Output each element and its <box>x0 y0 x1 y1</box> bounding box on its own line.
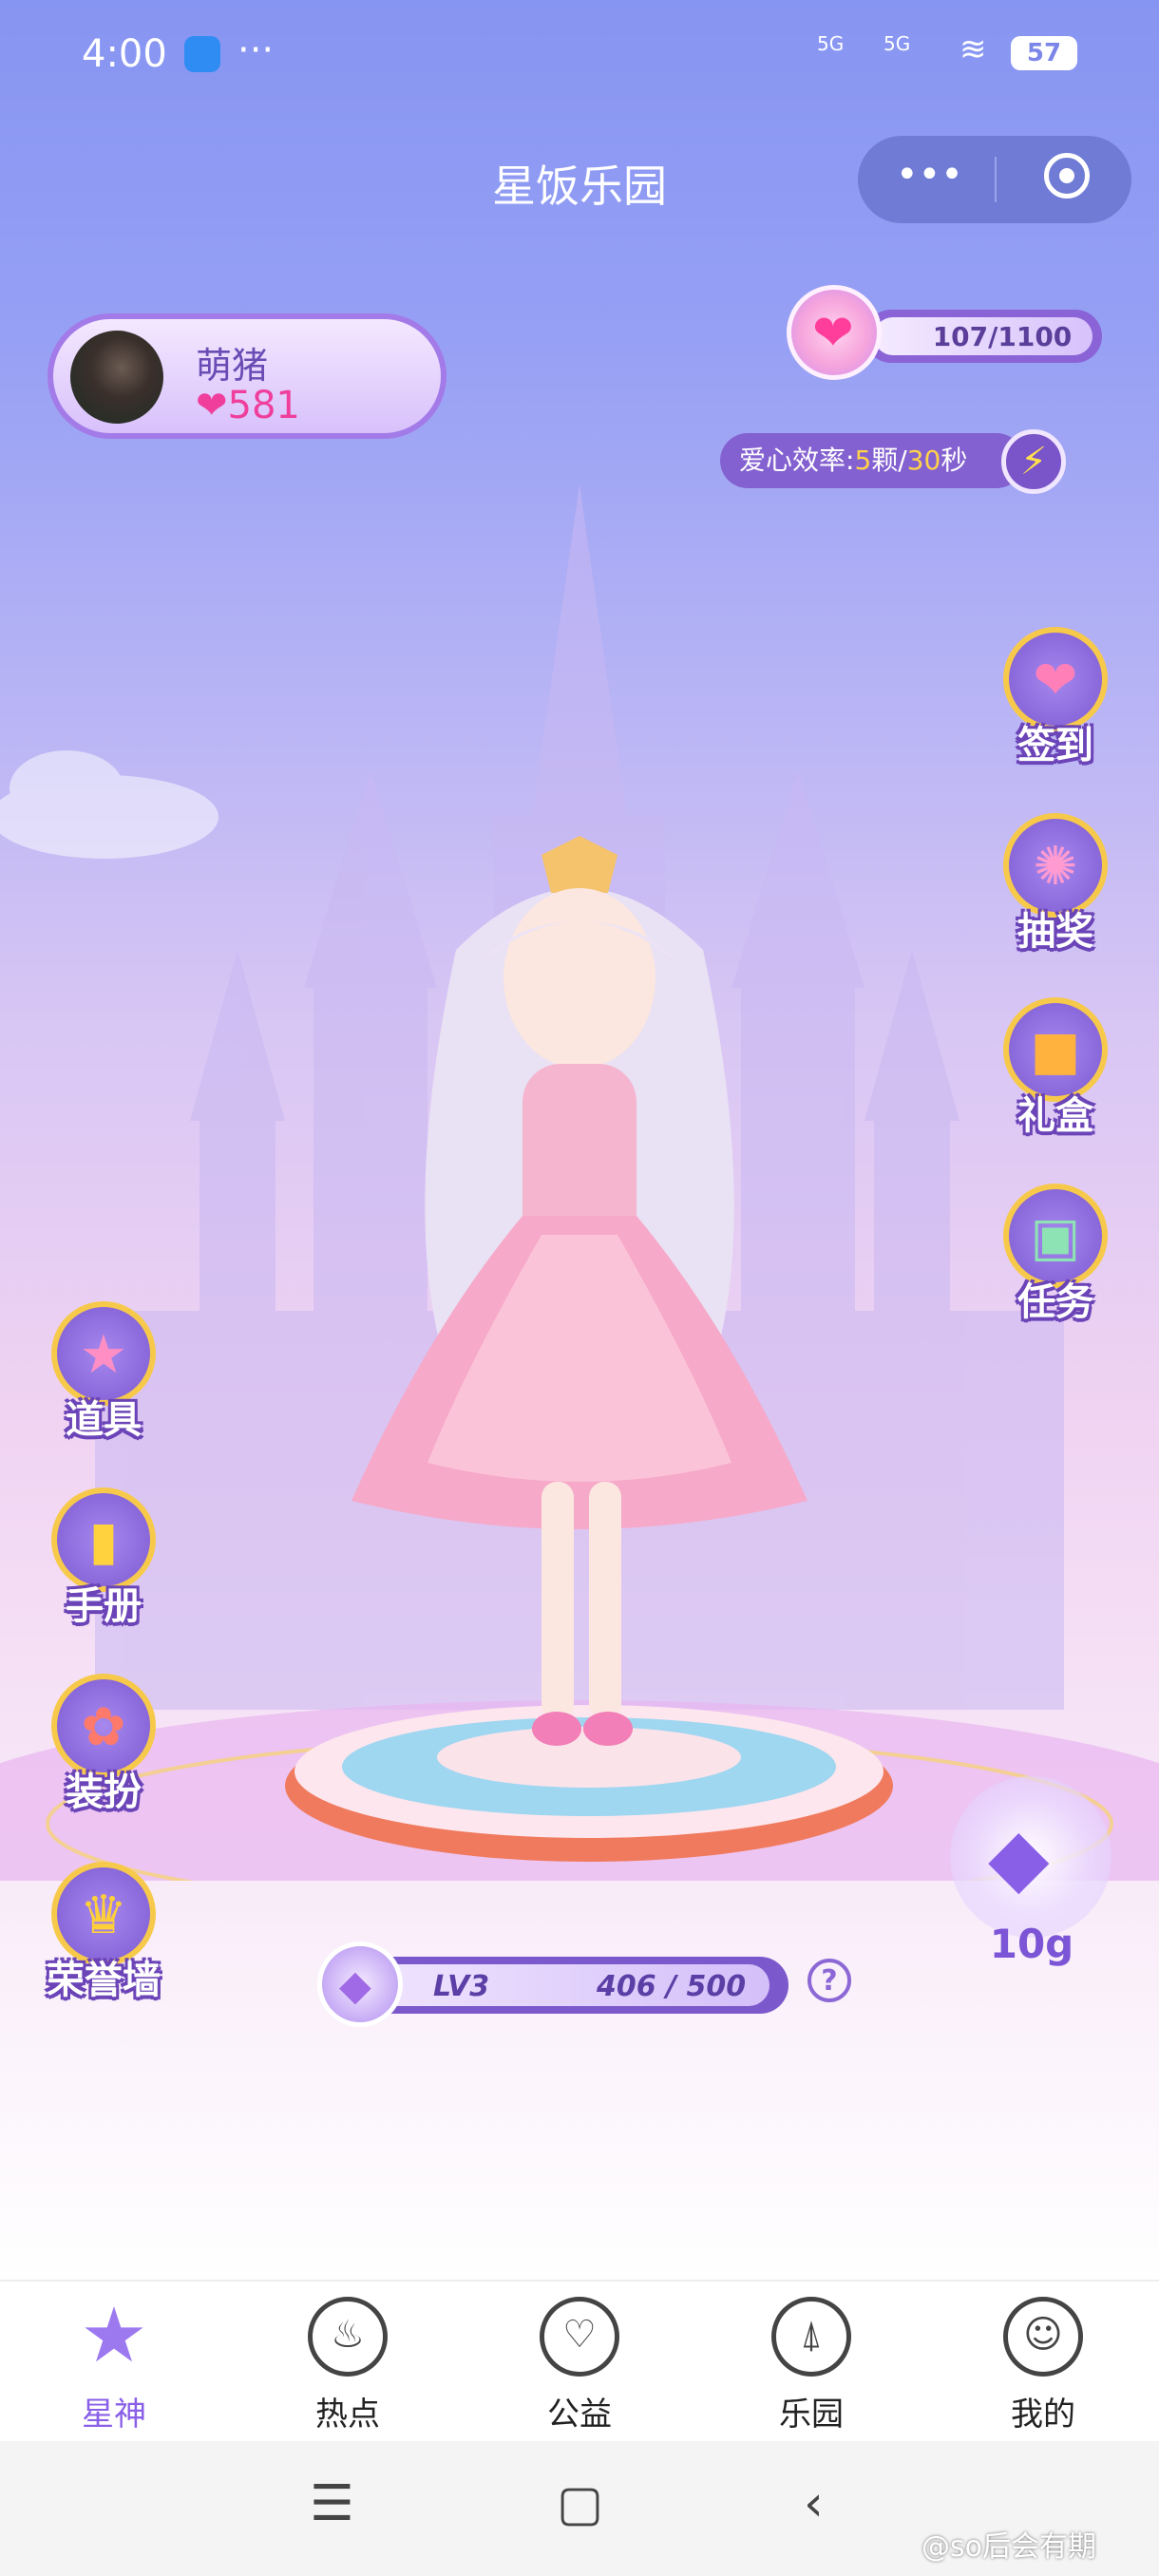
efficiency-unit-mid: 颗/ <box>871 445 907 476</box>
task-button[interactable]: ▣ 任务 <box>994 1184 1117 1345</box>
dressup-button[interactable]: ✿ 装扮 <box>42 1674 165 1835</box>
gift-box-label: 礼盒 <box>1017 1094 1093 1138</box>
heart-badge-icon: ❤ <box>787 285 882 380</box>
tab-park[interactable]: ⍋ 乐园 <box>735 2297 887 2439</box>
honor-wall-label: 荣誉墙 <box>47 1959 161 2002</box>
menu-icon[interactable]: ☰ <box>310 2475 354 2532</box>
handbook-label: 手册 <box>66 1584 142 1628</box>
status-more: ··· <box>238 28 275 72</box>
battery-indicator: 57 <box>1011 36 1077 70</box>
tab-mine[interactable]: ☺ 我的 <box>967 2297 1119 2439</box>
level-label: LV3 <box>433 1970 490 2003</box>
back-icon[interactable]: ‹ <box>804 2475 824 2532</box>
gem-orb[interactable]: ◆ <box>950 1776 1112 1938</box>
heart-efficiency: 爱心效率:5颗/30秒 <box>720 433 1024 488</box>
sign-in-label: 签到 <box>1017 724 1093 767</box>
efficiency-count: 5 <box>854 445 872 476</box>
level-progress-bar: LV3 406 / 500 <box>361 1957 788 2014</box>
level-points: 406 / 500 <box>597 1970 747 2003</box>
capsule-divider <box>995 157 997 202</box>
character-illustration <box>352 836 808 1746</box>
tab-charity[interactable]: ♡ 公益 <box>504 2297 656 2439</box>
status-bar: 4:00 ··· 5G 5G ≋ 57 <box>0 0 1159 114</box>
ferris-wheel-icon: ⍋ <box>771 2297 851 2377</box>
tab-xingshen[interactable]: ★ 星神 <box>38 2291 190 2439</box>
star-icon: ★ <box>80 2291 148 2379</box>
page-title: 星饭乐园 <box>492 161 667 212</box>
diamond-icon: ◆ <box>988 1810 1050 1904</box>
lightning-icon[interactable]: ⚡ <box>1001 429 1066 494</box>
tab-hot-label: 热点 <box>315 2396 380 2434</box>
level-gem-icon: ◆ <box>317 1941 403 2027</box>
signal-icon-1: 5G <box>817 32 845 55</box>
lottery-button[interactable]: ✺ 抽奖 <box>994 813 1117 975</box>
fire-icon: ♨ <box>308 2297 388 2377</box>
handbook-button[interactable]: ▮ 手册 <box>42 1487 165 1649</box>
user-hearts: ❤581 <box>196 384 300 427</box>
lottery-label: 抽奖 <box>1017 910 1093 954</box>
efficiency-seconds: 30 <box>906 445 941 476</box>
task-label: 任务 <box>1017 1280 1093 1324</box>
help-button[interactable]: ? <box>808 1959 851 2002</box>
watermark: @so后会有期 <box>922 2530 1096 2564</box>
more-options-button[interactable]: ••• <box>896 153 963 197</box>
weather-app-icon <box>184 36 220 72</box>
heart-meter-value: 107/1100 <box>932 321 1073 352</box>
smile-icon: ☺ <box>1003 2297 1083 2377</box>
tab-charity-label: 公益 <box>547 2396 612 2434</box>
tab-xingshen-label: 星神 <box>82 2396 146 2434</box>
gem-amount: 10g <box>989 1921 1074 1967</box>
props-button[interactable]: ★ 道具 <box>42 1301 165 1463</box>
status-time: 4:00 <box>82 32 167 76</box>
wifi-icon: ≋ <box>960 30 987 68</box>
efficiency-unit-end: 秒 <box>940 445 968 476</box>
user-hearts-value: 581 <box>227 384 300 427</box>
dressup-label: 装扮 <box>66 1771 142 1814</box>
bottom-tab-bar: ★ 星神 ♨ 热点 ♡ 公益 ⍋ 乐园 ☺ 我的 <box>0 2280 1159 2443</box>
props-label: 道具 <box>66 1398 142 1442</box>
tab-mine-label: 我的 <box>1011 2396 1075 2434</box>
heart-icon: ❤ <box>196 384 228 427</box>
signal-icon-2: 5G <box>884 32 911 55</box>
avatar[interactable] <box>70 331 163 424</box>
heart-meter: 107/1100 <box>864 310 1102 363</box>
user-name: 萌猪 <box>196 345 269 387</box>
user-profile-card[interactable]: 萌猪 ❤581 <box>48 313 446 439</box>
tab-park-label: 乐园 <box>779 2396 844 2434</box>
close-target-icon[interactable] <box>1044 153 1090 199</box>
honor-wall-button[interactable]: ♛ 荣誉墙 <box>42 1862 165 2023</box>
heart-icon: ♡ <box>540 2297 619 2377</box>
sign-in-button[interactable]: ❤ 签到 <box>994 627 1117 788</box>
efficiency-prefix: 爱心效率: <box>739 445 855 476</box>
gift-box-button[interactable]: ■ 礼盒 <box>994 997 1117 1159</box>
mini-program-capsule: ••• <box>858 136 1131 223</box>
tab-hot[interactable]: ♨ 热点 <box>272 2297 424 2439</box>
home-icon[interactable]: ▢ <box>557 2475 603 2532</box>
